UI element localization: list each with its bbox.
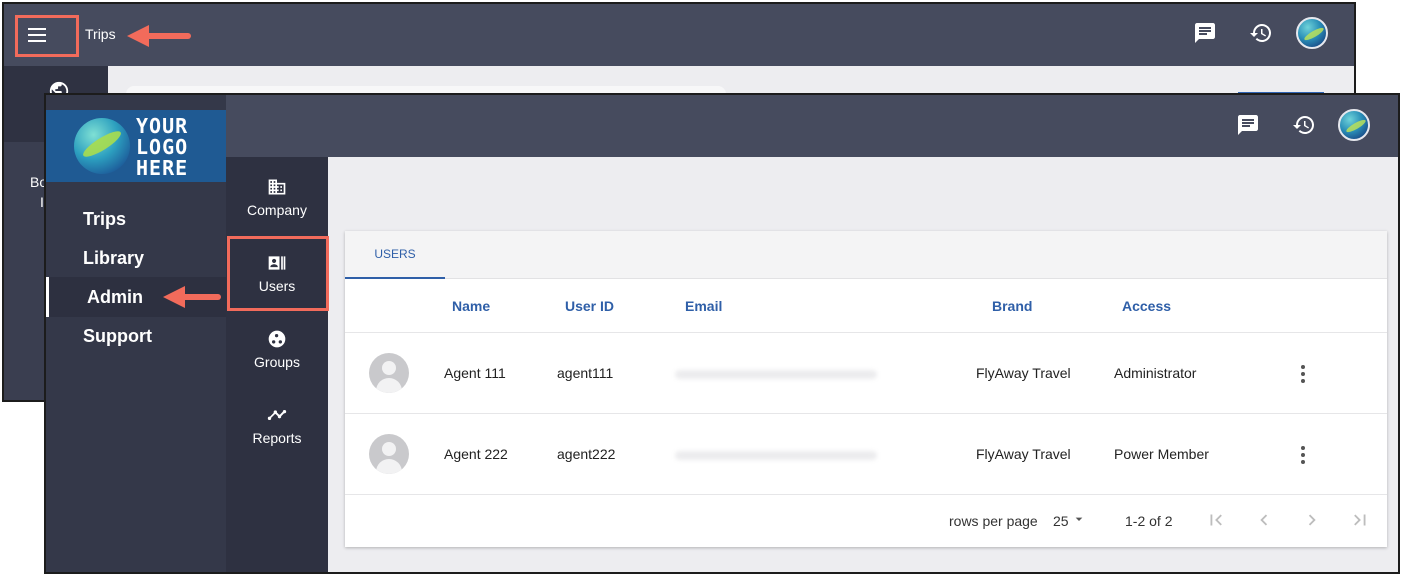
cell-user-id: agent111 <box>557 365 614 381</box>
hamburger-menu-icon[interactable] <box>28 28 46 42</box>
first-page-icon[interactable] <box>1205 509 1227 531</box>
background-page-title: Trips <box>85 26 116 42</box>
cell-name: Agent 222 <box>444 446 508 462</box>
column-header-name[interactable]: Name <box>452 298 490 314</box>
column-header-brand[interactable]: Brand <box>992 298 1032 314</box>
users-card: USERS Name User ID Email Brand Access Ag… <box>345 231 1387 547</box>
profile-avatar[interactable] <box>1338 109 1370 141</box>
dropdown-caret-icon[interactable] <box>1071 511 1087 527</box>
annotation-arrow <box>127 25 191 47</box>
column-header-user-id[interactable]: User ID <box>565 298 614 314</box>
tab-bar: USERS <box>345 231 1387 279</box>
column-header-access[interactable]: Access <box>1122 298 1171 314</box>
cell-name: Agent 111 <box>444 365 506 381</box>
groups-icon <box>268 330 286 348</box>
table-row[interactable]: Agent 111 agent111 FlyAway Travel Admini… <box>345 333 1387 414</box>
nav-item-support[interactable]: Support <box>46 316 226 356</box>
profile-avatar[interactable] <box>1296 17 1328 49</box>
rows-per-page-label: rows per page <box>949 513 1038 529</box>
hamburger-highlight <box>15 15 79 57</box>
tab-users[interactable]: USERS <box>345 231 445 279</box>
next-page-icon[interactable] <box>1301 509 1323 531</box>
background-header: Trips <box>4 4 1354 66</box>
rail-label: Reports <box>252 430 302 446</box>
nav-item-trips[interactable]: Trips <box>46 199 226 239</box>
logo-globe-icon <box>74 118 130 174</box>
rail-label: Groups <box>254 354 300 370</box>
chat-icon[interactable] <box>1193 21 1217 45</box>
nav-drawer: YOUR LOGO HERE Trips Library Admin Suppo… <box>46 95 226 572</box>
more-options-icon[interactable] <box>1300 365 1306 383</box>
cell-access: Power Member <box>1114 446 1209 462</box>
foreground-window: YOUR LOGO HERE Trips Library Admin Suppo… <box>44 93 1400 574</box>
cell-user-id: agent222 <box>557 446 616 462</box>
admin-rail: Company Users Groups Reports <box>226 157 328 572</box>
more-options-icon[interactable] <box>1300 446 1306 464</box>
rail-item-groups[interactable]: Groups <box>226 321 328 391</box>
rail-item-reports[interactable]: Reports <box>226 397 328 467</box>
cell-email-redacted <box>675 451 877 460</box>
rail-label: Company <box>247 202 307 218</box>
cell-brand: FlyAway Travel <box>976 446 1071 462</box>
user-avatar-icon <box>369 434 409 474</box>
nav-item-library[interactable]: Library <box>46 238 226 278</box>
chat-icon[interactable] <box>1236 113 1260 137</box>
app-header <box>226 95 1398 157</box>
logo-text: YOUR LOGO HERE <box>136 114 189 180</box>
cell-access: Administrator <box>1114 365 1197 381</box>
rail-item-company[interactable]: Company <box>226 169 328 239</box>
history-icon[interactable] <box>1292 113 1316 137</box>
cell-email-redacted <box>675 370 877 379</box>
cell-brand: FlyAway Travel <box>976 365 1071 381</box>
users-highlight <box>227 236 329 311</box>
rows-per-page-select[interactable]: 25 <box>1053 513 1069 529</box>
user-avatar-icon <box>369 353 409 393</box>
trend-line-icon <box>267 410 287 420</box>
last-page-icon[interactable] <box>1349 509 1371 531</box>
page-range: 1-2 of 2 <box>1125 513 1173 529</box>
table-row[interactable]: Agent 222 agent222 FlyAway Travel Power … <box>345 414 1387 495</box>
history-icon[interactable] <box>1249 21 1273 45</box>
annotation-arrow <box>163 286 221 308</box>
column-header-email[interactable]: Email <box>685 298 722 314</box>
building-icon <box>268 179 286 195</box>
brand-logo: YOUR LOGO HERE <box>46 110 226 182</box>
previous-page-icon[interactable] <box>1253 509 1275 531</box>
